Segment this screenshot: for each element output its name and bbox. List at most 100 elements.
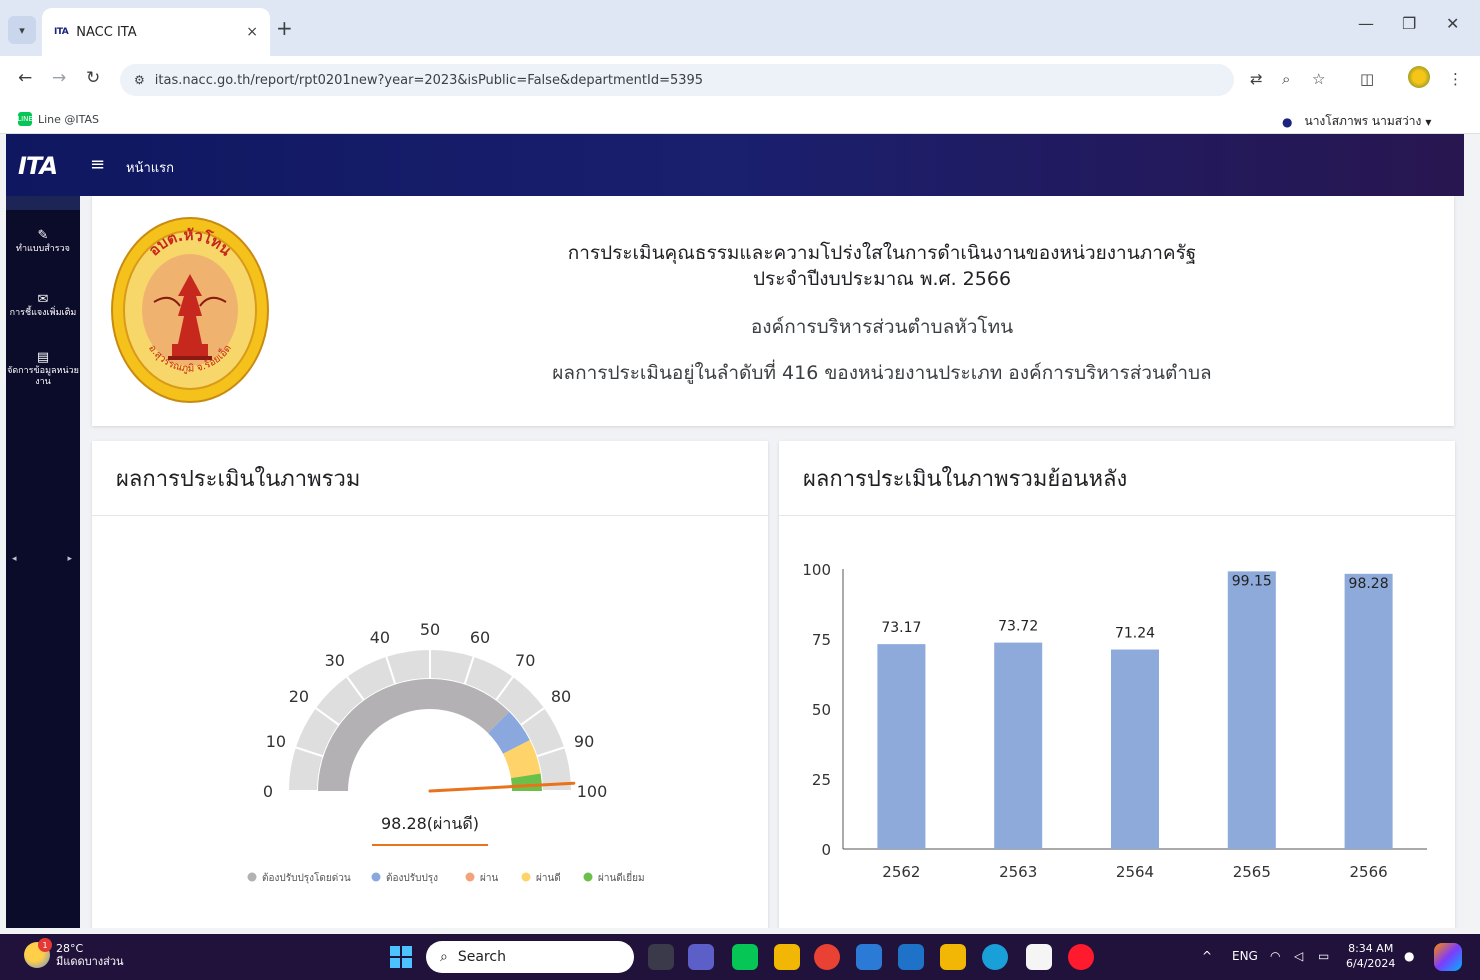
restore-icon[interactable]: ❐ (1402, 14, 1416, 33)
back-arrow-icon[interactable]: ← (18, 68, 32, 88)
home-link[interactable]: หน้าแรก (126, 157, 174, 178)
system-clock[interactable]: 8:34 AM 6/4/2024 (1346, 941, 1395, 971)
history-score-title: ผลการประเมินในภาพรวมย้อนหลัง (803, 467, 1128, 492)
bookmark-line-itas[interactable]: LINE Line @ITAS (17, 112, 99, 126)
reload-icon[interactable]: ↻ (86, 68, 100, 88)
browser-menu-icon[interactable]: ⋮ (1448, 70, 1463, 88)
browser-toolbar: ← → ↻ ⚙ itas.nacc.go.th/report/rpt0201ne… (0, 56, 1480, 104)
mhp-app-icon[interactable] (856, 944, 882, 970)
chevron-down-icon: ▾ (19, 23, 25, 37)
weather-widget[interactable]: 1 28°C มีแดดบางส่วน (24, 938, 124, 968)
gauge-tick-label: 10 (266, 732, 286, 751)
gauge-tick-label: 60 (470, 628, 490, 647)
bar-2562[interactable] (877, 644, 926, 849)
bookmark-star-icon[interactable]: ☆ (1312, 70, 1325, 88)
sidebar-item-label: การชี้แจงเพิ่มเติม (9, 308, 77, 318)
bar-2564[interactable] (1111, 649, 1159, 849)
file-explorer-icon[interactable] (774, 944, 800, 970)
site-info-icon[interactable]: ⚙ (134, 73, 145, 87)
copilot-icon[interactable] (1434, 943, 1462, 971)
hamburger-menu-icon[interactable]: ≡ (90, 154, 105, 175)
legend-swatch (583, 872, 593, 882)
overall-score-title: ผลการประเมินในภาพรวม (116, 467, 361, 492)
mail-icon: ✉ (37, 292, 49, 307)
notepad-icon[interactable] (1026, 944, 1052, 970)
legend-label[interactable]: ผ่านดี (536, 872, 561, 884)
volume-icon[interactable]: ◁ (1294, 949, 1303, 963)
opera-icon[interactable] (1068, 944, 1094, 970)
browser-tab[interactable]: ITA NACC ITA × (42, 8, 270, 56)
panel-divider (92, 515, 768, 516)
translate-icon[interactable]: ⇄ (1250, 70, 1263, 88)
forward-arrow-icon[interactable]: → (52, 68, 66, 88)
tab-search-button[interactable]: ▾ (8, 16, 36, 44)
organization-emblem: อบต.หัวโทน อ.สุวรรณภูมิ จ.ร้อยเอ็ด (111, 217, 269, 403)
gauge-value-label: 98.28(ผ่านดี) (381, 814, 479, 833)
ita-logo[interactable]: ITA (18, 152, 58, 180)
bar-value-label: 71.24 (1115, 626, 1155, 642)
temperature: 28°C (56, 942, 84, 955)
new-tab-button[interactable]: + (276, 16, 293, 40)
notification-bell-icon[interactable]: ● (1404, 949, 1414, 963)
bar-value-label: 99.15 (1232, 573, 1272, 589)
chrome-icon[interactable] (814, 944, 840, 970)
sidebar-item-label: จัดการข้อมูลหน่วยงาน (7, 366, 79, 387)
gauge-tick-label: 30 (325, 651, 345, 670)
sidebar-item-manage-data[interactable]: ▤ จัดการข้อมูลหน่วยงาน (6, 350, 80, 388)
sidebar-next-icon[interactable]: ▸ (67, 554, 72, 564)
teams-icon[interactable] (688, 944, 714, 970)
legend-label[interactable]: ผ่านดีเยี่ยม (598, 870, 645, 884)
y-tick-label: 75 (812, 631, 831, 649)
sidebar-item-survey[interactable]: ✎ ทำแบบสำรวจ (6, 228, 80, 255)
x-tick-label: 2564 (1116, 863, 1154, 881)
legend-label[interactable]: ต้องปรับปรุงโดยด่วน (262, 871, 351, 884)
line-icon[interactable] (732, 944, 758, 970)
language-indicator[interactable]: ENG (1232, 949, 1258, 963)
task-view-icon[interactable] (648, 944, 674, 970)
y-tick-label: 50 (812, 701, 831, 719)
sidebar-prev-icon[interactable]: ◂ (12, 554, 17, 564)
store-icon[interactable] (940, 944, 966, 970)
bar-2566[interactable] (1344, 573, 1393, 849)
document-icon: ▤ (36, 350, 50, 365)
taskbar-search[interactable]: ⌕ Search (426, 941, 634, 973)
wifi-icon[interactable]: ◠ (1270, 949, 1280, 963)
legend-swatch (521, 872, 531, 882)
y-tick-label: 25 (812, 771, 831, 789)
zoom-icon[interactable]: ⌕ (1282, 70, 1290, 88)
edit-icon: ✎ (37, 228, 49, 243)
user-name: นางโสภาพร นามสว่าง (1304, 114, 1422, 128)
battery-icon[interactable]: ▭ (1318, 949, 1329, 963)
windows-taskbar: 1 28°C มีแดดบางส่วน ⌕ Search ^ ENG ◠ ◁ ▭… (0, 934, 1480, 980)
window-close-icon[interactable]: ✕ (1446, 14, 1459, 33)
gauge-tick-label: 50 (420, 620, 440, 639)
address-bar[interactable]: ⚙ itas.nacc.go.th/report/rpt0201new?year… (120, 64, 1234, 96)
extensions-icon[interactable]: ◫ (1360, 70, 1374, 88)
tray-expand-icon[interactable]: ^ (1202, 949, 1212, 963)
edge-icon[interactable] (982, 944, 1008, 970)
legend-label[interactable]: ต้องปรับปรุง (386, 872, 438, 884)
bar-2565[interactable] (1227, 571, 1276, 849)
bar-2563[interactable] (994, 642, 1043, 849)
browser-tab-bar: ▾ ITA NACC ITA × + — ❐ ✕ (0, 0, 1480, 56)
gauge-tick-label: 80 (551, 687, 571, 706)
sidebar-item-clarification[interactable]: ✉ การชี้แจงเพิ่มเติม (6, 292, 80, 319)
mail-app-icon[interactable] (898, 944, 924, 970)
minimize-icon[interactable]: — (1358, 14, 1374, 33)
profile-avatar[interactable] (1408, 66, 1430, 88)
bell-icon[interactable]: ● (1282, 115, 1292, 129)
gauge-tick-label: 70 (515, 651, 535, 670)
search-icon: ⌕ (440, 949, 448, 965)
bar-value-label: 98.28 (1349, 576, 1389, 592)
user-menu[interactable]: ● นางโสภาพร นามสว่าง ▾ (1282, 112, 1431, 131)
ranking-text: ผลการประเมินอยู่ในลำดับที่ 416 ของหน่วยง… (552, 362, 1212, 384)
gauge-tick-label: 0 (263, 782, 273, 801)
x-tick-label: 2566 (1350, 863, 1388, 881)
x-tick-label: 2563 (999, 863, 1037, 881)
weather-condition: มีแดดบางส่วน (56, 955, 124, 968)
tab-title: NACC ITA (76, 24, 137, 40)
legend-label[interactable]: ผ่าน (480, 873, 498, 884)
search-label: Search (457, 949, 506, 965)
windows-start-icon[interactable] (390, 946, 412, 968)
close-tab-icon[interactable]: × (246, 24, 258, 40)
